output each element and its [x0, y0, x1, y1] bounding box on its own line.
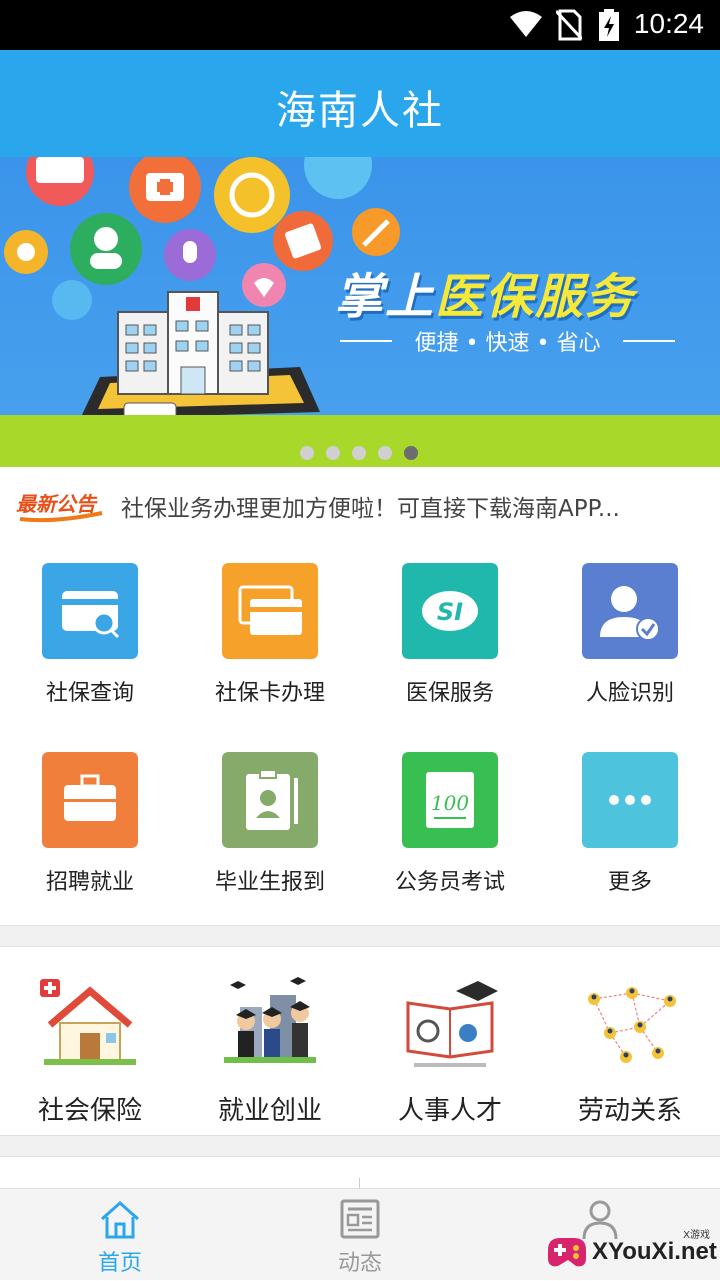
svg-text:最新公告: 最新公告: [16, 492, 98, 516]
card-search-icon: [42, 563, 138, 659]
grid-item-label: 社保查询: [45, 681, 134, 706]
more-dots-icon: [582, 752, 678, 848]
battery-charging-icon: [599, 9, 619, 41]
wifi-icon: [510, 11, 542, 37]
notice-tag: 最新公告: [16, 492, 103, 523]
briefcase-icon: [42, 752, 138, 848]
face-verify-icon: [582, 563, 678, 659]
tab-news[interactable]: 动态: [240, 1189, 480, 1281]
svg-text:100: 100: [431, 791, 469, 815]
carousel-dot[interactable]: [326, 446, 340, 460]
grid-item-label: 医保服务: [405, 681, 494, 706]
category-label: 人事人才: [397, 1096, 502, 1126]
carousel-dot[interactable]: [352, 446, 366, 460]
exam-paper-icon: 100: [402, 752, 498, 848]
grid-item-label: 人脸识别: [585, 681, 674, 706]
notice-bar[interactable]: 最新公告 社保业务办理更加方便啦！可直接下载海南APP...: [0, 467, 720, 547]
page-title: 海南人社: [276, 88, 444, 134]
category-employment[interactable]: 就业创业: [180, 947, 360, 1135]
status-bar: 10:24: [0, 0, 720, 50]
carousel-indicator: [300, 446, 418, 460]
grid-item-recruitment[interactable]: 招聘就业: [0, 736, 180, 925]
category-label: 劳动关系: [577, 1096, 682, 1126]
house-icon: [40, 979, 136, 1065]
notice-text[interactable]: 社保业务办理更加方便啦！可直接下载海南APP...: [121, 489, 620, 523]
carousel-dot[interactable]: [378, 446, 392, 460]
grid-item-label: 公务员考试: [394, 870, 505, 895]
id-badge-icon: [222, 752, 318, 848]
tab-home[interactable]: 首页: [0, 1189, 240, 1281]
grid-item-label: 毕业生报到: [214, 870, 325, 895]
grid-item-medical-insurance[interactable]: SI 医保服务: [360, 547, 540, 736]
news-icon: [340, 1199, 380, 1239]
category-label: 就业创业: [217, 1096, 322, 1126]
carousel-dot[interactable]: [300, 446, 314, 460]
section-divider: [0, 1135, 720, 1157]
book-graduation-icon: [406, 981, 498, 1067]
banner-subtitle: 便捷 • 快速 • 省心: [340, 325, 675, 357]
category-labor-relations[interactable]: 劳动关系: [540, 947, 720, 1135]
category-label: 社会保险: [37, 1096, 142, 1126]
grid-item-social-security-query[interactable]: 社保查询: [0, 547, 180, 736]
tab-label: 动态: [337, 1251, 382, 1276]
svg-text:SI: SI: [437, 598, 463, 626]
section-divider: [0, 925, 720, 947]
tab-label: 首页: [97, 1251, 142, 1276]
grid-item-label: 招聘就业: [45, 870, 134, 895]
home-icon: [101, 1200, 139, 1239]
cards-icon: [222, 563, 318, 659]
grid-item-more[interactable]: 更多: [540, 736, 720, 925]
grid-item-label: 社保卡办理: [214, 681, 325, 706]
grid-item-social-card[interactable]: 社保卡办理: [180, 547, 360, 736]
grid-item-graduate-report[interactable]: 毕业生报到: [180, 736, 360, 925]
category-row: 社会保险 就业创业 人事人才 劳动关系: [0, 947, 720, 1135]
status-time: 10:24: [633, 8, 704, 39]
carousel-dot-active[interactable]: [404, 446, 418, 460]
grid-item-face-recognition[interactable]: 人脸识别: [540, 547, 720, 736]
banner-carousel[interactable]: 掌上医保服务 便捷 • 快速 • 省心: [0, 157, 720, 467]
content-divider: [359, 1178, 360, 1188]
si-logo-icon: SI: [402, 563, 498, 659]
app-bar: 海南人社: [0, 50, 720, 157]
watermark-small-text: X游戏: [683, 1230, 710, 1241]
grid-item-label: 更多: [607, 870, 652, 895]
function-grid: 社保查询 社保卡办理 SI 医保服务 人脸识别 招聘就业 毕业生报到 100 公…: [0, 547, 720, 925]
category-personnel-talent[interactable]: 人事人才: [360, 947, 540, 1135]
banner-slogan: 掌上医保服务: [335, 269, 636, 325]
gamepad-icon: [548, 1238, 586, 1267]
graduates-icon: [224, 977, 316, 1063]
category-social-insurance[interactable]: 社会保险: [0, 947, 180, 1135]
watermark-text: XYouXi.net: [592, 1238, 717, 1265]
watermark-logo: XYouXi.net X游戏: [542, 1226, 717, 1276]
network-people-icon: [588, 987, 676, 1063]
no-sim-icon: [556, 9, 582, 41]
grid-item-civil-service-exam[interactable]: 100 公务员考试: [360, 736, 540, 925]
